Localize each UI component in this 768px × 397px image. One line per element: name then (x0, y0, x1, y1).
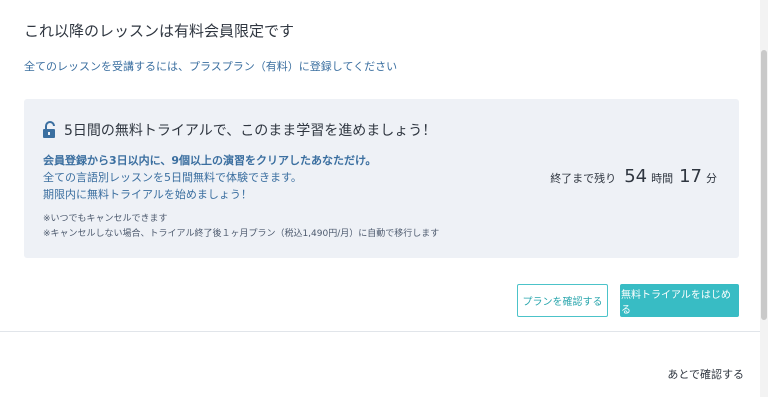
unlocked-padlock-icon (42, 121, 58, 139)
auto-renew-note: ※キャンセルしない場合、トライアル終了後１ヶ月プラン（税込1,490円/月）に自… (43, 229, 440, 239)
trial-heading-text: 5日間の無料トライアルで、このまま学習を進めましょう！ (64, 123, 437, 139)
view-plan-button[interactable]: プランを確認する (517, 284, 608, 317)
scrollbar[interactable] (760, 0, 768, 397)
cancel-note: ※いつでもキャンセルできます (43, 214, 168, 224)
countdown-hours: 54 (624, 166, 648, 187)
start-trial-button[interactable]: 無料トライアルをはじめる (620, 284, 739, 317)
footer-divider (0, 331, 760, 332)
modal-title: これ以降のレッスンは有料会員限定です (24, 22, 295, 40)
trial-condition: 会員登録から3日以内に、9個以上の演習をクリアしたあなただけ。 (43, 154, 377, 167)
countdown-minutes: 17 (679, 166, 702, 187)
trial-heading: 5日間の無料トライアルで、このまま学習を進めましょう！ (42, 120, 436, 140)
trial-countdown: 終了まで残り 54 時間 17 分 (550, 166, 717, 187)
check-later-link[interactable]: あとで確認する (667, 366, 744, 382)
trial-call-to-action: 期限内に無料トライアルを始めましょう！ (43, 188, 252, 201)
trial-offer-panel: 5日間の無料トライアルで、このまま学習を進めましょう！ 会員登録から3日以内に、… (24, 99, 739, 258)
countdown-minutes-unit: 分 (706, 172, 717, 185)
countdown-label: 終了まで残り (550, 172, 617, 185)
countdown-hours-unit: 時間 (651, 172, 674, 185)
modal-subtitle: 全てのレッスンを受講するには、プラスプラン（有料）に登録してください (24, 60, 398, 73)
scrollbar-thumb[interactable] (761, 50, 767, 320)
trial-description: 全ての言語別レッスンを5日間無料で体験できます。 (43, 171, 302, 184)
